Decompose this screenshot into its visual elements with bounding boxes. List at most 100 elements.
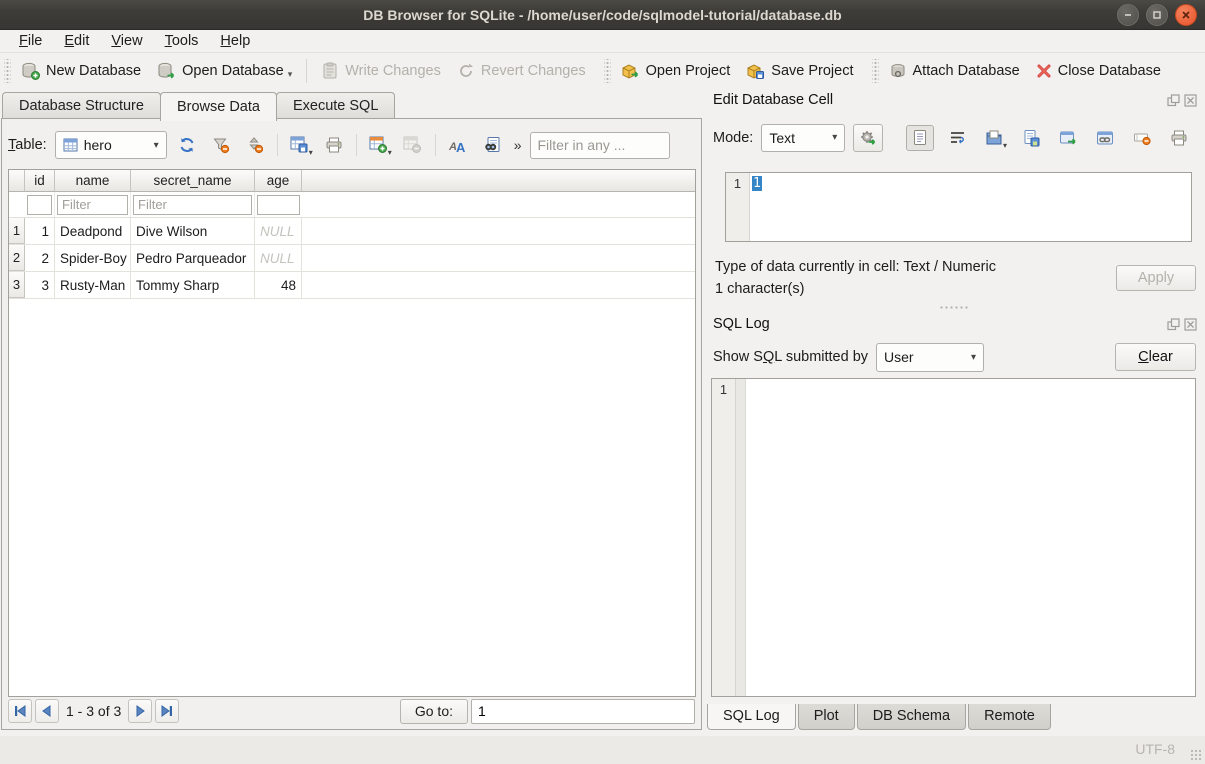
row-number[interactable]: 1 <box>9 218 25 244</box>
column-header-name[interactable]: name <box>55 170 131 192</box>
clear-filters-button[interactable] <box>207 132 235 158</box>
mode-select[interactable]: Text ▾ <box>761 124 845 152</box>
delete-record-button[interactable] <box>399 132 427 158</box>
filter-name-input[interactable] <box>57 195 128 215</box>
open-database-dropdown-icon[interactable]: ▾ <box>288 69 293 80</box>
encoding-label[interactable]: UTF-8 <box>1135 741 1175 757</box>
goto-record-input[interactable] <box>471 699 695 724</box>
cell-secret-name[interactable]: Dive Wilson <box>131 218 255 244</box>
write-changes-button[interactable]: Write Changes <box>313 58 449 84</box>
open-database-button[interactable]: Open Database ▾ <box>149 58 300 84</box>
menu-tools[interactable]: Tools <box>156 32 208 50</box>
tab-remote[interactable]: Remote <box>968 704 1051 730</box>
cell-age[interactable]: NULL <box>255 218 302 244</box>
menu-help[interactable]: Help <box>211 32 259 50</box>
open-in-external-button[interactable] <box>1054 125 1082 151</box>
tab-db-schema[interactable]: DB Schema <box>857 704 966 730</box>
word-wrap-button[interactable] <box>943 125 971 151</box>
cell-secret-name[interactable]: Tommy Sharp <box>131 272 255 298</box>
title-bar[interactable]: DB Browser for SQLite - /home/user/code/… <box>0 0 1205 30</box>
previous-record-button[interactable] <box>35 699 59 723</box>
cell-id[interactable]: 2 <box>25 245 55 271</box>
table-row[interactable]: 2 2 Spider-Boy Pedro Parqueador NULL <box>9 245 695 272</box>
column-header-id[interactable]: id <box>25 170 55 192</box>
clear-sorting-button[interactable] <box>241 132 269 158</box>
close-dock-icon[interactable] <box>1184 318 1197 331</box>
dock-splitter-handle[interactable] <box>939 305 969 310</box>
filter-id-input[interactable] <box>27 195 52 215</box>
filter-any-column-input[interactable] <box>530 132 670 159</box>
insert-record-icon <box>369 136 388 154</box>
print-button[interactable] <box>320 132 348 158</box>
close-dock-icon[interactable] <box>1184 94 1197 107</box>
column-header-age[interactable]: age <box>255 170 302 192</box>
cell-id[interactable]: 3 <box>25 272 55 298</box>
toolbar-overflow-icon[interactable]: » <box>514 137 522 153</box>
float-dock-icon[interactable] <box>1167 94 1180 107</box>
save-project-button[interactable]: Save Project <box>738 58 861 84</box>
grid-corner[interactable] <box>9 170 25 192</box>
cell-age[interactable]: 48 <box>255 272 302 298</box>
insert-record-button[interactable]: ▾ <box>365 132 393 158</box>
tab-execute-sql[interactable]: Execute SQL <box>276 92 395 121</box>
mode-select-value: Text <box>769 130 795 146</box>
column-header-secret-name[interactable]: secret_name <box>131 170 255 192</box>
sql-log-editor[interactable]: 1 <box>711 378 1196 697</box>
print-cell-button[interactable] <box>1165 125 1193 151</box>
text-mode-button[interactable] <box>906 125 934 151</box>
new-database-button[interactable]: New Database <box>13 58 149 84</box>
tab-database-structure[interactable]: Database Structure <box>2 92 161 121</box>
menu-edit[interactable]: Edit <box>55 32 98 50</box>
filter-secret-name-input[interactable] <box>133 195 252 215</box>
close-button[interactable] <box>1175 4 1197 26</box>
cell-secret-name[interactable]: Pedro Parqueador <box>131 245 255 271</box>
set-null-button[interactable] <box>1128 125 1156 151</box>
close-database-button[interactable]: Close Database <box>1028 59 1169 83</box>
edit-display-format-button[interactable]: AA <box>444 132 472 158</box>
export-data-button[interactable] <box>1017 125 1045 151</box>
first-record-button[interactable] <box>8 699 32 723</box>
cell-age[interactable]: NULL <box>255 245 302 271</box>
cell-id[interactable]: 1 <box>25 218 55 244</box>
refresh-button[interactable] <box>173 132 201 158</box>
attach-database-button[interactable]: Attach Database <box>881 58 1028 84</box>
apply-button[interactable]: Apply <box>1116 265 1196 291</box>
table-select[interactable]: hero ▾ <box>55 131 167 159</box>
resize-grip[interactable] <box>1190 749 1202 761</box>
toolbar-drag-handle[interactable] <box>604 59 611 83</box>
float-dock-icon[interactable] <box>1167 318 1180 331</box>
copy-link-button[interactable] <box>1091 125 1119 151</box>
minimize-button[interactable] <box>1117 4 1139 26</box>
clear-log-button[interactable]: Clear <box>1115 343 1196 371</box>
tab-plot[interactable]: Plot <box>798 704 855 730</box>
tab-browse-data[interactable]: Browse Data <box>160 92 277 121</box>
row-number[interactable]: 3 <box>9 272 25 298</box>
import-data-button[interactable]: ▾ <box>980 125 1008 151</box>
row-number[interactable]: 2 <box>9 245 25 271</box>
next-record-button[interactable] <box>128 699 152 723</box>
cell-editor[interactable]: 1 1 <box>725 172 1192 242</box>
table-row[interactable]: 1 1 Deadpond Dive Wilson NULL <box>9 218 695 245</box>
filter-age-input[interactable] <box>257 195 300 215</box>
cell-name[interactable]: Deadpond <box>55 218 131 244</box>
table-row[interactable]: 3 3 Rusty-Man Tommy Sharp 48 <box>9 272 695 299</box>
cell-name[interactable]: Spider-Boy <box>55 245 131 271</box>
last-record-button[interactable] <box>155 699 179 723</box>
find-button[interactable] <box>478 132 506 158</box>
submitted-by-select[interactable]: User ▾ <box>876 343 984 372</box>
maximize-button[interactable] <box>1146 4 1168 26</box>
menu-view[interactable]: View <box>102 32 151 50</box>
chevron-down-icon: ▾ <box>154 140 159 151</box>
toolbar-drag-handle[interactable] <box>4 59 11 83</box>
tab-sql-log[interactable]: SQL Log <box>707 704 796 730</box>
goto-button[interactable]: Go to: <box>400 699 468 724</box>
record-navigation-bar: 1 - 3 of 3 Go to: <box>8 698 695 724</box>
save-table-button[interactable]: ▾ <box>286 132 314 158</box>
cell-name[interactable]: Rusty-Man <box>55 272 131 298</box>
revert-changes-button[interactable]: Revert Changes <box>449 58 594 84</box>
auto-switch-mode-button[interactable] <box>853 124 883 152</box>
menu-file[interactable]: File <box>10 32 51 50</box>
toolbar-drag-handle[interactable] <box>872 59 879 83</box>
cell-editor-content[interactable]: 1 <box>752 176 762 191</box>
open-project-button[interactable]: Open Project <box>613 58 739 84</box>
